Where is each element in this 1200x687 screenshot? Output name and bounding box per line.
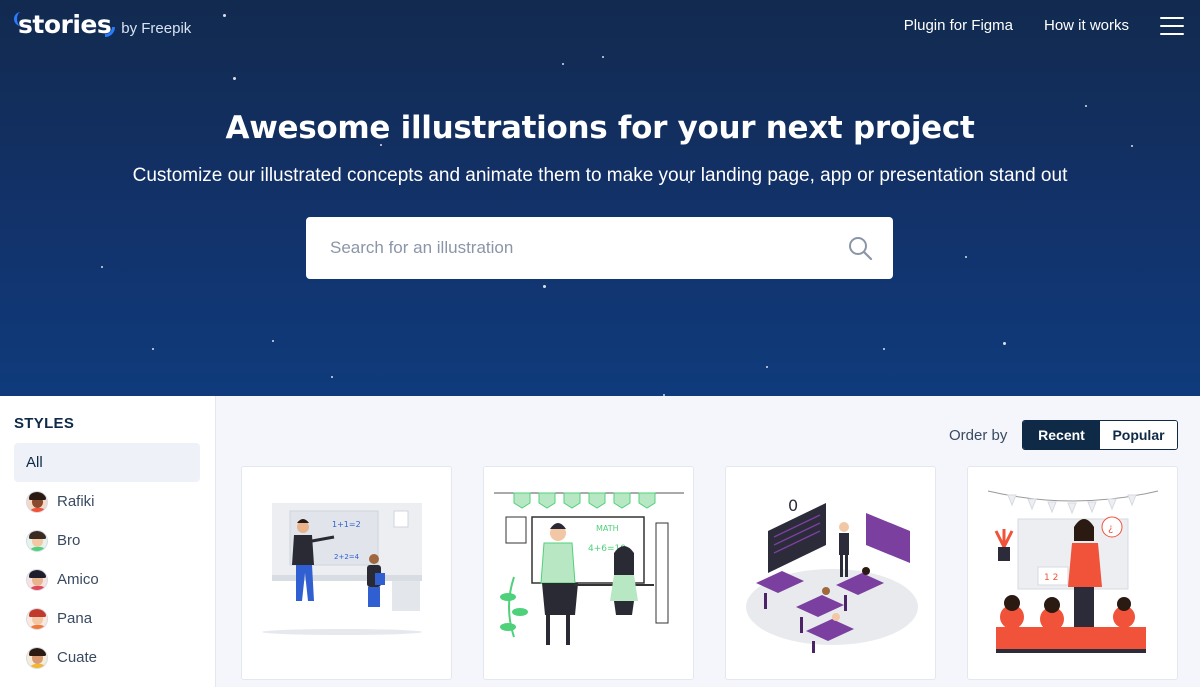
star-dot bbox=[1085, 105, 1087, 107]
sidebar-item-label: Cuate bbox=[57, 649, 98, 666]
star-dot bbox=[543, 285, 546, 288]
logo[interactable]: stories by Freepik bbox=[14, 10, 192, 39]
sidebar-item-all[interactable]: All bbox=[14, 443, 200, 482]
page-subtitle: Customize our illustrated concepts and a… bbox=[132, 165, 1068, 186]
bro-avatar-icon bbox=[26, 529, 48, 552]
svg-text:MATH: MATH bbox=[596, 524, 619, 533]
svg-text:¿: ¿ bbox=[1108, 523, 1113, 534]
illustration-card[interactable]: 1+1=2 2+2=4 bbox=[241, 466, 452, 680]
sidebar-item-cuate[interactable]: Cuate bbox=[14, 638, 200, 677]
star-dot bbox=[562, 63, 564, 65]
svg-text:1+1=2: 1+1=2 bbox=[332, 520, 361, 529]
star-dot bbox=[233, 77, 236, 80]
star-dot bbox=[883, 348, 885, 350]
teacher-kids-illustration-red: ¿ 1 2 bbox=[987, 490, 1159, 653]
cuate-avatar-icon bbox=[26, 646, 48, 669]
sidebar-item-label: Bro bbox=[57, 532, 81, 549]
search-bar bbox=[306, 217, 893, 279]
star-dot bbox=[331, 376, 333, 378]
amico-avatar-icon bbox=[26, 568, 48, 591]
classroom-isometric-illustration-purple: 0 bbox=[746, 496, 918, 653]
order-by-label: Order by bbox=[949, 427, 1008, 444]
search-input[interactable] bbox=[330, 238, 847, 258]
star-dot bbox=[602, 56, 604, 58]
top-navigation: Plugin for Figma How it works bbox=[904, 14, 1184, 38]
sidebar-item-label: Rafiki bbox=[57, 493, 95, 510]
star-dot bbox=[766, 366, 768, 368]
logo-arc-left bbox=[14, 12, 22, 26]
star-dot bbox=[965, 256, 967, 258]
styles-sidebar: STYLES All Rafiki Bro Amico Pana Cuate bbox=[0, 396, 216, 687]
logo-wordmark: stories bbox=[14, 10, 116, 39]
search-icon[interactable] bbox=[847, 235, 873, 261]
logo-arc-right bbox=[105, 27, 116, 37]
star-dot bbox=[1003, 342, 1006, 345]
sidebar-item-label: All bbox=[26, 454, 43, 471]
illustration-gallery: Order by Recent Popular 1+1=2 2+2=4 MATH… bbox=[217, 396, 1200, 687]
sidebar-heading: STYLES bbox=[14, 415, 75, 432]
svg-text:2+2=4: 2+2=4 bbox=[334, 553, 360, 561]
math-class-illustration-green: MATH 4+6=10 bbox=[494, 492, 684, 645]
nav-how-it-works[interactable]: How it works bbox=[1044, 14, 1129, 38]
sidebar-item-bro[interactable]: Bro bbox=[14, 521, 200, 560]
sidebar-item-label: Amico bbox=[57, 571, 99, 588]
illustration-card[interactable]: 0 bbox=[725, 466, 936, 680]
illustration-card[interactable]: MATH 4+6=10 bbox=[483, 466, 694, 680]
order-by-toggle: Recent Popular bbox=[1022, 420, 1178, 450]
order-recent-button[interactable]: Recent bbox=[1023, 421, 1100, 449]
star-dot bbox=[272, 340, 274, 342]
rafiki-avatar-icon bbox=[26, 490, 48, 513]
hero-banner: stories by Freepik Plugin for Figma How … bbox=[0, 0, 1200, 396]
logo-text: stories bbox=[18, 10, 112, 39]
pana-avatar-icon bbox=[26, 607, 48, 630]
svg-text:0: 0 bbox=[788, 496, 798, 515]
hamburger-icon[interactable] bbox=[1160, 17, 1184, 35]
star-dot bbox=[223, 14, 226, 17]
nav-plugin-for-figma[interactable]: Plugin for Figma bbox=[904, 14, 1013, 38]
sidebar-item-amico[interactable]: Amico bbox=[14, 560, 200, 599]
teacher-illustration-blue: 1+1=2 2+2=4 bbox=[262, 503, 422, 635]
star-dot bbox=[101, 266, 103, 268]
star-dot bbox=[152, 348, 154, 350]
illustration-card[interactable]: ¿ 1 2 bbox=[967, 466, 1178, 680]
svg-text:1 2: 1 2 bbox=[1044, 573, 1058, 583]
sidebar-item-label: Pana bbox=[57, 610, 93, 627]
page-title: Awesome illustrations for your next proj… bbox=[225, 110, 975, 146]
sidebar-item-pana[interactable]: Pana bbox=[14, 599, 200, 638]
order-popular-button[interactable]: Popular bbox=[1100, 421, 1177, 449]
logo-byline: by Freepik bbox=[121, 20, 192, 37]
sidebar-item-rafiki[interactable]: Rafiki bbox=[14, 482, 200, 521]
